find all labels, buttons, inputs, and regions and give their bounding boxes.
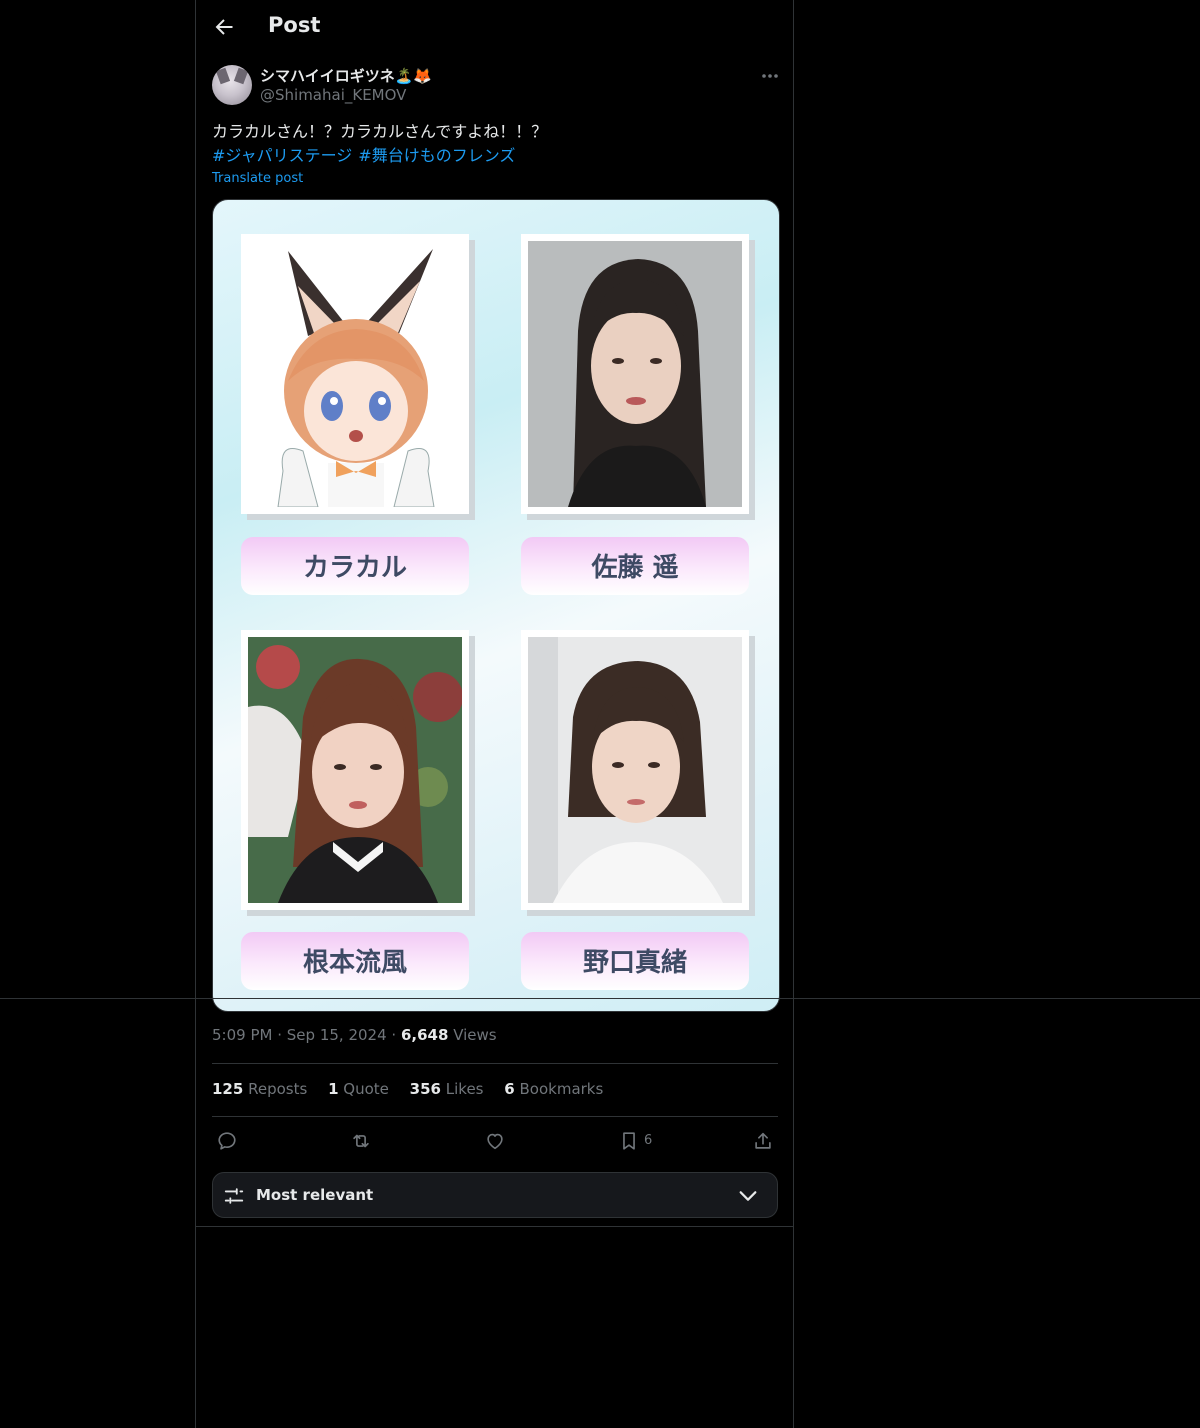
- likes-count: 356: [409, 1080, 441, 1098]
- photo-frame: [521, 630, 749, 910]
- portrait-photo-2: [528, 241, 742, 507]
- author-display-name[interactable]: シマハイイロギツネ🏝️🦊: [260, 65, 432, 86]
- photo-frame: [241, 630, 469, 910]
- engagement-stats: 125 Reposts 1 Quote 356 Likes 6 Bookmark…: [212, 1080, 619, 1098]
- cast-name-card: 野口真緒: [521, 932, 749, 990]
- portrait-photo: [248, 637, 462, 903]
- caracal-illustration: [248, 241, 462, 507]
- translate-post-link[interactable]: Translate post: [212, 171, 303, 186]
- viewport-divider-line: [0, 998, 1200, 999]
- photo-frame: [521, 234, 749, 514]
- cast-name-card: カラカル: [241, 537, 469, 595]
- bookmarks-label: Bookmarks: [519, 1080, 604, 1098]
- bookmarks-count: 6: [504, 1080, 515, 1098]
- views-label: Views: [453, 1026, 497, 1044]
- meta-separator: ·: [391, 1026, 401, 1044]
- portrait-photo-4: [528, 637, 742, 903]
- reposts-count: 125: [212, 1080, 244, 1098]
- divider: [212, 1063, 778, 1064]
- back-arrow-icon[interactable]: [212, 15, 236, 39]
- divider: [212, 1116, 778, 1117]
- bookmark-icon[interactable]: [618, 1130, 640, 1152]
- repost-icon[interactable]: [350, 1130, 372, 1152]
- bookmark-count: 6: [644, 1133, 653, 1148]
- page-title: Post: [268, 13, 321, 37]
- chevron-down-icon: [739, 1191, 757, 1201]
- views-count: 6,648: [400, 1026, 449, 1044]
- more-options-icon[interactable]: [760, 66, 780, 86]
- avatar-ear-left: [215, 67, 231, 85]
- bookmarks-stat[interactable]: 6 Bookmarks: [504, 1080, 603, 1098]
- portrait-photo: [528, 241, 742, 507]
- main-column: Post シマハイイロギツネ🏝️🦊 @Shimahai_KEMOV カラカルさん…: [195, 0, 794, 1428]
- post-text: カラカルさん！？カラカルさんですよね！！？: [212, 122, 548, 141]
- author-handle[interactable]: @Shimahai_KEMOV: [260, 86, 406, 104]
- meta-separator: ·: [277, 1026, 287, 1044]
- reply-sort-dropdown[interactable]: Most relevant: [212, 1172, 778, 1218]
- portrait-photo: [528, 637, 742, 903]
- hashtags: #ジャパリステージ #舞台けものフレンズ: [212, 144, 521, 168]
- quotes-stat[interactable]: 1 Quote: [328, 1080, 389, 1098]
- quotes-count: 1: [328, 1080, 339, 1098]
- avatar[interactable]: [212, 65, 252, 105]
- post-date[interactable]: Sep 15, 2024: [287, 1026, 387, 1044]
- like-heart-icon[interactable]: [484, 1130, 506, 1152]
- hashtag-link[interactable]: #舞台けものフレンズ: [358, 146, 515, 165]
- divider: [196, 1226, 793, 1227]
- post-timestamp: 5:09 PM · Sep 15, 2024 · 6,648 Views: [212, 1026, 497, 1044]
- hashtag-link[interactable]: #ジャパリステージ: [212, 146, 352, 165]
- post-time[interactable]: 5:09 PM: [212, 1026, 272, 1044]
- sort-label: Most relevant: [256, 1186, 374, 1204]
- likes-stat[interactable]: 356 Likes: [410, 1080, 484, 1098]
- photo-frame: [241, 234, 469, 514]
- cast-name-card: 佐藤 遥: [521, 537, 749, 595]
- reposts-stat[interactable]: 125 Reposts: [212, 1080, 307, 1098]
- reply-icon[interactable]: [216, 1130, 238, 1152]
- quotes-label: Quote: [343, 1080, 389, 1098]
- share-icon[interactable]: [752, 1130, 774, 1152]
- post-image[interactable]: カラカル 佐藤 遥 根本流風 野口真緒: [212, 199, 780, 1012]
- likes-label: Likes: [445, 1080, 484, 1098]
- reposts-label: Reposts: [248, 1080, 308, 1098]
- portrait-photo-3: [248, 637, 462, 903]
- character-illustration: [248, 241, 462, 507]
- sliders-icon: [224, 1188, 244, 1204]
- avatar-ear-right: [233, 67, 249, 85]
- cast-name-card: 根本流風: [241, 932, 469, 990]
- post-header: Post: [196, 0, 793, 55]
